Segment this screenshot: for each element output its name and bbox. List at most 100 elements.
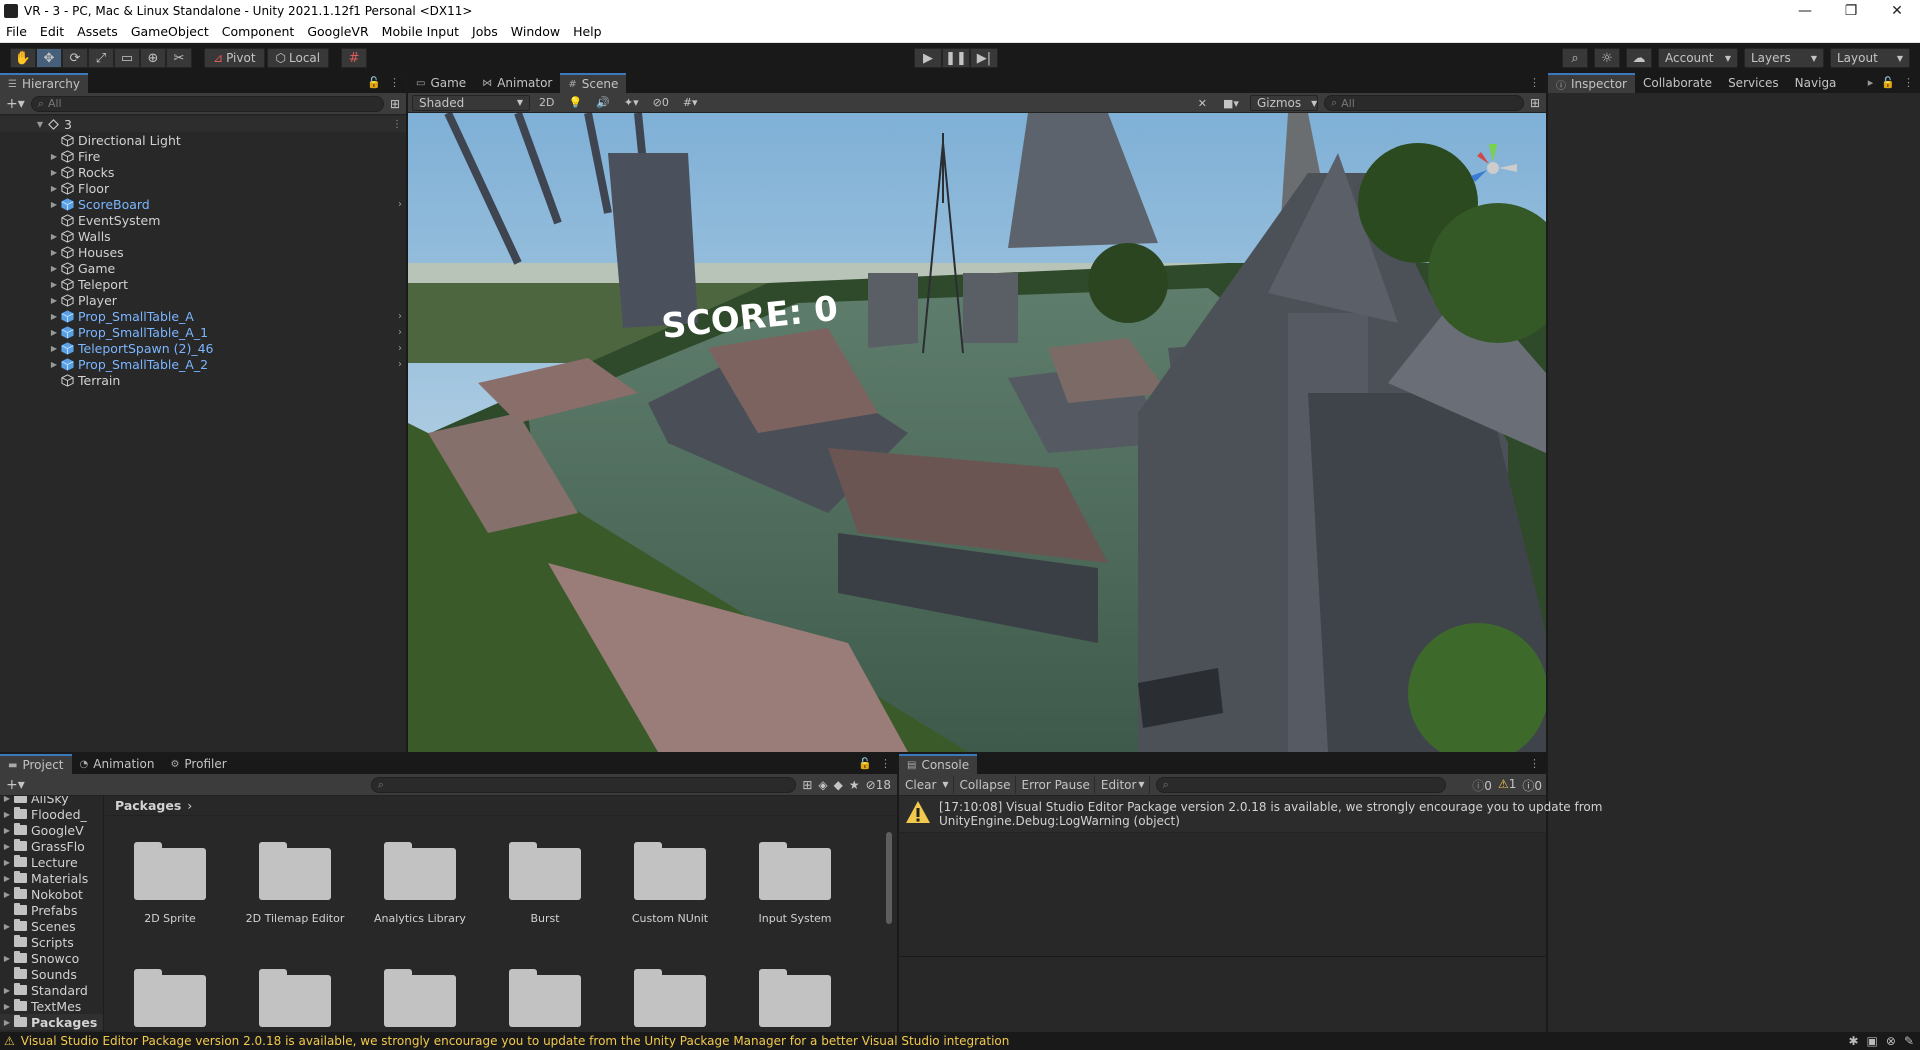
warning-filter-toggle[interactable]: ⚠1 (1498, 777, 1516, 794)
hierarchy-item[interactable]: ▶ Walls (0, 228, 406, 244)
folder-tree-item[interactable]: ▶ GoogleV (0, 822, 103, 838)
search-filter-icon[interactable]: ⊞ (802, 778, 812, 792)
expand-arrow-icon[interactable]: ▶ (48, 328, 60, 337)
status-message[interactable]: Visual Studio Editor Package version 2.0… (21, 1034, 1010, 1048)
chevron-right-icon[interactable]: › (398, 327, 402, 338)
collapse-button[interactable]: Collapse (956, 775, 1016, 794)
shading-mode-dropdown[interactable]: Shaded ▼ (412, 94, 530, 111)
hierarchy-item[interactable]: Terrain (0, 372, 406, 388)
effects-icon[interactable]: ✦▾ (619, 95, 644, 111)
favorite-icon[interactable]: ★ (849, 778, 860, 792)
package-folder[interactable] (115, 961, 225, 1027)
hierarchy-item[interactable]: ▶ TeleportSpawn (2)_46 › (0, 340, 406, 356)
hidden-packages-toggle[interactable]: ⊘18 (866, 778, 891, 792)
tab-project[interactable]: ▬ Project (0, 754, 72, 774)
folder-tree-item[interactable]: Prefabs (0, 902, 103, 918)
hierarchy-item[interactable]: ▶ Player (0, 292, 406, 308)
folder-tree-item[interactable]: Scripts (0, 934, 103, 950)
chevron-right-icon[interactable]: ▸ (1868, 76, 1874, 89)
package-folder[interactable]: Custom NUnit (615, 834, 725, 925)
type-filter-icon[interactable]: ◈ (818, 778, 827, 792)
package-folder[interactable]: Analytics Library (365, 834, 475, 925)
package-folder[interactable] (490, 961, 600, 1027)
expand-arrow-icon[interactable]: ▶ (48, 280, 60, 289)
tab-game[interactable]: ▭ Game (408, 73, 474, 93)
expand-arrow-icon[interactable]: ▶ (0, 1018, 14, 1027)
menu-mobile-input[interactable]: Mobile Input (382, 24, 459, 39)
kebab-menu-icon[interactable]: ⋮ (389, 76, 400, 89)
menu-jobs[interactable]: Jobs (472, 24, 498, 39)
package-folder[interactable]: Burst (490, 834, 600, 925)
debug-icon[interactable]: ✱ (1848, 1034, 1858, 1048)
expand-arrow-icon[interactable]: ▶ (48, 312, 60, 321)
folder-tree-item[interactable]: ▶ Scenes (0, 918, 103, 934)
kebab-menu-icon[interactable]: ⋮ (880, 757, 891, 770)
hierarchy-item[interactable]: ▶ Houses (0, 244, 406, 260)
hierarchy-search-input[interactable]: ⌕ All (30, 95, 384, 112)
tab-profiler[interactable]: ⚙ Profiler (162, 754, 234, 774)
search-icon[interactable]: ⌕ (1562, 48, 1588, 68)
pivot-button[interactable]: ⊿ Pivot (204, 48, 265, 68)
expand-arrow-icon[interactable]: ▼ (34, 120, 46, 129)
tab-services[interactable]: Services (1720, 73, 1787, 93)
kebab-menu-icon[interactable]: ⋮ (392, 119, 402, 130)
expand-arrow-icon[interactable]: ▶ (48, 184, 60, 193)
breadcrumb-packages[interactable]: Packages (115, 798, 181, 813)
project-search-input[interactable]: ⌕ (370, 776, 797, 793)
expand-arrow-icon[interactable]: ▶ (48, 344, 60, 353)
expand-arrow-icon[interactable]: ▶ (48, 232, 60, 241)
lock-icon[interactable]: 🔓 (1881, 76, 1895, 89)
scene-root-row[interactable]: ▼ 3 ⋮ (0, 116, 406, 132)
expand-arrow-icon[interactable]: ▶ (48, 360, 60, 369)
gizmos-dropdown[interactable]: Gizmos ▼ (1249, 95, 1318, 111)
hierarchy-item[interactable]: ▶ Teleport (0, 276, 406, 292)
menu-file[interactable]: File (6, 24, 27, 39)
hierarchy-item[interactable]: EventSystem (0, 212, 406, 228)
expand-arrow-icon[interactable]: ▶ (0, 826, 14, 835)
network-icon[interactable]: ⊗ (1886, 1034, 1896, 1048)
tab-animator[interactable]: ⋈ Animator (474, 73, 560, 93)
tools-icon[interactable]: ✕ (1193, 95, 1212, 111)
folder-tree-item[interactable]: Sounds (0, 966, 103, 982)
folder-tree-item[interactable]: ▶ Materials (0, 870, 103, 886)
kebab-menu-icon[interactable]: ⋮ (1529, 757, 1540, 770)
folder-tree-item[interactable]: ▶ Nokobot (0, 886, 103, 902)
package-folder[interactable] (240, 961, 350, 1027)
hierarchy-item[interactable]: ▶ Game (0, 260, 406, 276)
menu-edit[interactable]: Edit (40, 24, 64, 39)
expand-arrow-icon[interactable]: ▶ (0, 874, 14, 883)
tab-animation[interactable]: ◔ Animation (72, 754, 163, 774)
camera-icon[interactable]: ■▾ (1218, 95, 1244, 111)
hierarchy-item[interactable]: ▶ Prop_SmallTable_A_2 › (0, 356, 406, 372)
expand-arrow-icon[interactable]: ▶ (48, 152, 60, 161)
filter-icon[interactable]: ⊞ (1530, 96, 1540, 110)
error-pause-button[interactable]: Error Pause (1018, 775, 1095, 794)
scene-search-input[interactable]: ⌕ All (1323, 95, 1524, 111)
project-scrollbar[interactable] (885, 818, 893, 1018)
transform-tool-icon[interactable]: ⊕ (140, 48, 166, 68)
auto-generate-lighting-icon[interactable]: ✎ (1904, 1034, 1914, 1048)
move-tool-icon[interactable]: ✥ (36, 48, 62, 68)
hierarchy-item[interactable]: ▶ ScoreBoard › (0, 196, 406, 212)
expand-arrow-icon[interactable]: ▶ (0, 922, 14, 931)
tab-hierarchy[interactable]: ☰ Hierarchy (0, 73, 88, 93)
expand-arrow-icon[interactable]: ▶ (0, 986, 14, 995)
hierarchy-item[interactable]: Directional Light (0, 132, 406, 148)
minimize-button[interactable]: — (1782, 0, 1828, 21)
hierarchy-item[interactable]: ▶ Fire (0, 148, 406, 164)
hidden-objects-toggle[interactable]: ⊘ 0 (648, 95, 674, 111)
tab-console[interactable]: ▤ Console (899, 754, 978, 774)
folder-tree-item[interactable]: ▶ GrassFlo (0, 838, 103, 854)
hand-tool-icon[interactable]: ✋ (10, 48, 36, 68)
collab-icon[interactable]: ☼ (1594, 48, 1620, 68)
hierarchy-item[interactable]: ▶ Rocks (0, 164, 406, 180)
add-icon[interactable]: +▾ (6, 777, 25, 793)
chevron-right-icon[interactable]: › (398, 199, 402, 210)
lock-icon[interactable]: 🔓 (858, 757, 872, 770)
package-folder[interactable]: 2D Sprite (115, 834, 225, 925)
package-folder[interactable] (365, 961, 475, 1027)
menu-gameobject[interactable]: GameObject (131, 24, 209, 39)
custom-tool-icon[interactable]: ✂ (166, 48, 192, 68)
layers-dropdown[interactable]: Layers ▼ (1744, 48, 1824, 68)
expand-arrow-icon[interactable]: ▶ (48, 168, 60, 177)
